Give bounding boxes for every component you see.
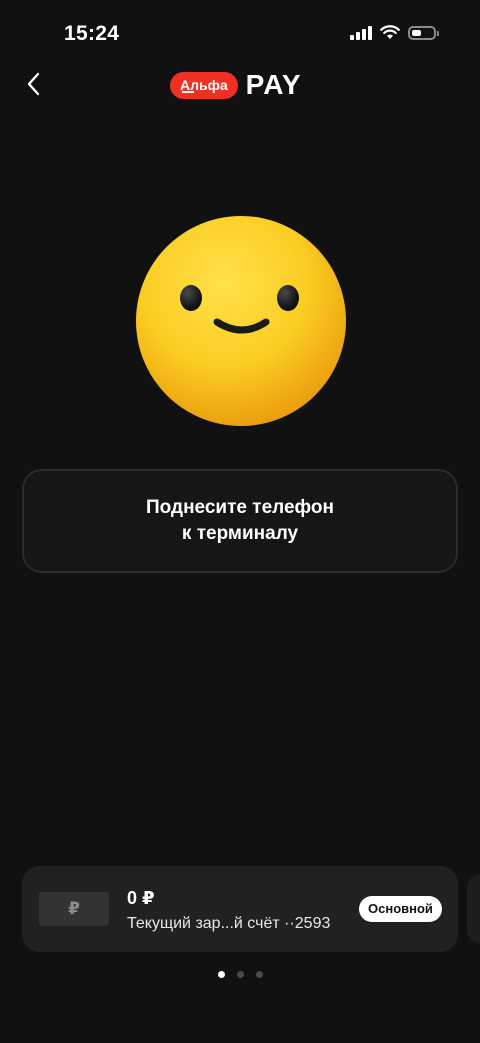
back-button[interactable] xyxy=(18,68,50,100)
pay-logo-text: PAY xyxy=(245,69,302,100)
pagination-dot[interactable] xyxy=(218,971,225,978)
ruble-icon: ₽ xyxy=(39,892,109,926)
alfa-pay-screen: 15:24 Альфа PAY Поднесите телефон к терм… xyxy=(0,0,480,1043)
battery-icon xyxy=(408,25,439,40)
account-card[interactable]: ₽ 0 ₽ Текущий зар...й счёт ··2593 Основн… xyxy=(22,866,458,952)
status-icons xyxy=(350,25,439,40)
instruction-line-1: Поднесите телефон xyxy=(146,497,334,518)
pagination-dot[interactable] xyxy=(237,971,244,978)
status-time: 15:24 xyxy=(64,22,120,45)
instruction-line-2: к терминалу xyxy=(181,523,299,544)
cellular-signal-icon xyxy=(350,25,372,40)
account-name: Текущий зар...й счёт ··2593 xyxy=(127,915,331,932)
instruction-card: Поднесите телефон к терминалу xyxy=(22,469,458,573)
account-balance: 0 ₽ xyxy=(127,888,155,908)
status-bar: 15:24 xyxy=(0,0,480,70)
pagination-dot[interactable] xyxy=(256,971,263,978)
battery-level xyxy=(412,29,421,36)
next-account-card[interactable] xyxy=(467,874,480,944)
smiling-face-icon xyxy=(136,216,346,426)
wifi-icon xyxy=(380,25,400,39)
alfa-logo-underline xyxy=(182,90,194,93)
pagination-dots xyxy=(218,971,263,978)
header: Альфа PAY xyxy=(0,62,480,108)
chevron-left-icon xyxy=(27,72,40,96)
main-account-badge: Основной xyxy=(359,896,442,922)
alfa-pay-logo: Альфа PAY xyxy=(170,71,302,99)
alfa-logo-badge: Альфа xyxy=(170,71,238,99)
